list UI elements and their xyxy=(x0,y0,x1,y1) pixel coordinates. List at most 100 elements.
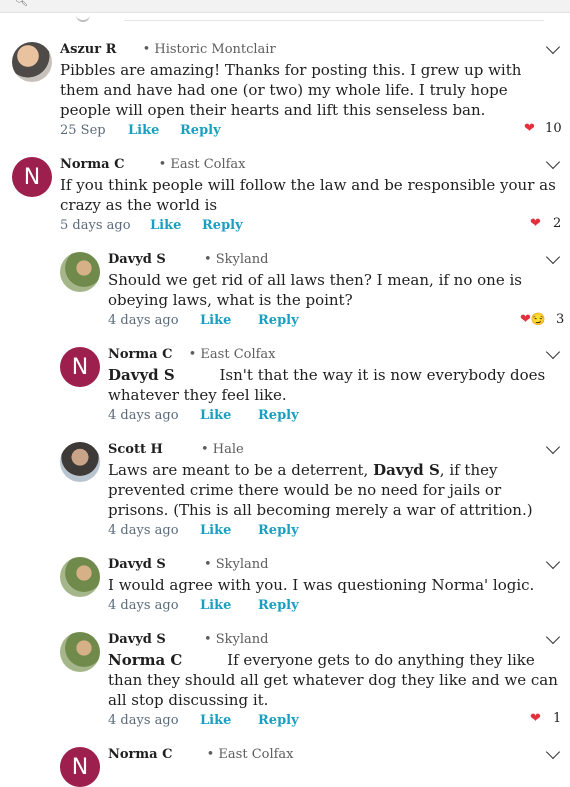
comment-reply: N Norma C • East Colfax Davyd S Isn't th… xyxy=(60,344,570,430)
comment-input[interactable] xyxy=(124,0,544,21)
reply-button[interactable]: Reply xyxy=(180,122,221,140)
chevron-down-icon[interactable] xyxy=(545,154,561,170)
chevron-down-icon[interactable] xyxy=(545,629,561,645)
mention[interactable]: Norma C xyxy=(108,651,182,669)
author-name[interactable]: Davyd S xyxy=(108,252,166,267)
heart-icon: ❤︎ xyxy=(524,121,535,136)
comment: N Norma C • East Colfax If you think peo… xyxy=(12,154,570,245)
search-icon[interactable]: 🔍︎ xyxy=(14,0,28,7)
reply-button[interactable]: Reply xyxy=(258,712,299,730)
chevron-down-icon[interactable] xyxy=(545,249,561,265)
avatar[interactable] xyxy=(60,252,100,292)
like-button[interactable]: Like xyxy=(150,217,181,235)
comment-header: Norma C • East Colfax xyxy=(108,747,294,762)
reply-button[interactable]: Reply xyxy=(258,312,299,330)
comment: Aszur R • Historic Montclair Pibbles are… xyxy=(12,39,570,145)
mention[interactable]: Davyd S xyxy=(108,366,175,384)
comment-reply: Davyd S • Skyland Norma C If everyone ge… xyxy=(60,629,570,740)
chevron-down-icon[interactable] xyxy=(545,744,561,760)
avatar[interactable]: N xyxy=(12,157,52,197)
mention[interactable]: Davyd S xyxy=(373,461,440,479)
like-button[interactable]: Like xyxy=(200,522,231,540)
comment-reply: Davyd S • Skyland Should we get rid of a… xyxy=(60,249,570,340)
top-bar: 🔍︎ xyxy=(0,0,570,22)
reaction-count: 1 xyxy=(553,711,562,726)
avatar[interactable] xyxy=(60,632,100,672)
avatar[interactable] xyxy=(12,42,52,82)
avatar[interactable]: N xyxy=(60,747,100,787)
chevron-down-icon[interactable] xyxy=(545,344,561,360)
comment-header: Aszur R • Historic Montclair xyxy=(60,42,276,57)
author-name[interactable]: Davyd S xyxy=(108,632,166,647)
comment-text: If you think people will follow the law … xyxy=(60,176,556,214)
chevron-down-icon[interactable] xyxy=(545,39,561,55)
comment-header: Norma C • East Colfax xyxy=(60,157,246,172)
like-button[interactable]: Like xyxy=(200,597,231,615)
neighborhood[interactable]: East Colfax xyxy=(218,747,293,762)
timestamp: 4 days ago xyxy=(108,523,179,538)
comment-header: Scott H • Hale xyxy=(108,442,244,457)
comment-text: Laws are meant to be a deterrent, Davyd … xyxy=(108,461,533,519)
comment-reply: Davyd S • Skyland I would agree with you… xyxy=(60,554,570,625)
comment-text: Should we get rid of all laws then? I me… xyxy=(108,271,522,309)
reaction-count: 2 xyxy=(553,216,562,231)
like-button[interactable]: Like xyxy=(200,407,231,425)
author-name[interactable]: Norma C xyxy=(108,347,172,362)
like-button[interactable]: Like xyxy=(200,712,231,730)
timestamp: 4 days ago xyxy=(108,598,179,613)
comment-header: Davyd S • Skyland xyxy=(108,557,269,572)
author-name[interactable]: Norma C xyxy=(60,157,124,172)
heart-icon: ❤︎ xyxy=(530,216,541,231)
like-button[interactable]: Like xyxy=(128,122,159,140)
comment-reply: N Norma C • East Colfax xyxy=(60,744,570,787)
avatar[interactable]: N xyxy=(60,347,100,387)
comment-reply: Scott H • Hale Laws are meant to be a de… xyxy=(60,439,570,550)
comment-text: I would agree with you. I was questionin… xyxy=(108,576,535,594)
comment-meta: 4 days ago Like Reply xyxy=(108,597,299,615)
reactions[interactable]: ❤︎😏 3 xyxy=(520,310,564,329)
reactions[interactable]: ❤︎ 1 xyxy=(530,710,561,728)
timestamp: 4 days ago xyxy=(108,408,179,423)
reaction-count: 10 xyxy=(545,121,562,136)
author-name[interactable]: Davyd S xyxy=(108,557,166,572)
timestamp: 25 Sep xyxy=(60,123,106,138)
author-name[interactable]: Norma C xyxy=(108,747,172,762)
timestamp: 5 days ago xyxy=(60,218,131,233)
heart-icon: ❤︎ xyxy=(530,711,541,726)
chevron-down-icon[interactable] xyxy=(545,554,561,570)
comment-text: Pibbles are amazing! Thanks for posting … xyxy=(60,61,522,119)
comment-meta: 4 days ago Like Reply xyxy=(108,407,299,425)
comment-header: Davyd S • Skyland xyxy=(108,252,269,267)
comment-meta: 25 Sep Like Reply xyxy=(60,122,221,140)
comment-header: Norma C • East Colfax xyxy=(108,347,276,362)
chevron-down-icon[interactable] xyxy=(545,439,561,455)
reply-button[interactable]: Reply xyxy=(202,217,243,235)
avatar[interactable] xyxy=(60,557,100,597)
author-name[interactable]: Aszur R xyxy=(60,42,116,57)
neighborhood[interactable]: Historic Montclair xyxy=(154,42,275,57)
reactions[interactable]: ❤︎ 2 xyxy=(530,215,561,233)
neighborhood[interactable]: Skyland xyxy=(216,632,269,647)
comment-meta: 4 days ago Like Reply xyxy=(108,712,299,730)
reaction-count: 3 xyxy=(556,312,565,327)
comment-meta: 5 days ago Like Reply xyxy=(60,217,243,235)
comment-text: Davyd S Isn't that the way it is now eve… xyxy=(108,366,546,404)
current-user-avatar xyxy=(76,12,90,22)
neighborhood[interactable]: Skyland xyxy=(216,557,269,572)
neighborhood[interactable]: East Colfax xyxy=(170,157,245,172)
like-button[interactable]: Like xyxy=(200,312,231,330)
reply-button[interactable]: Reply xyxy=(258,522,299,540)
comment-meta: 4 days ago Like Reply xyxy=(108,312,299,330)
timestamp: 4 days ago xyxy=(108,313,179,328)
comment-header: Davyd S • Skyland xyxy=(108,632,269,647)
reply-button[interactable]: Reply xyxy=(258,407,299,425)
comment-text: Norma C If everyone gets to do anything … xyxy=(108,651,558,709)
neighborhood[interactable]: Hale xyxy=(213,442,244,457)
neighborhood[interactable]: Skyland xyxy=(216,252,269,267)
author-name[interactable]: Scott H xyxy=(108,442,163,457)
reply-button[interactable]: Reply xyxy=(258,597,299,615)
reactions[interactable]: ❤︎ 10 xyxy=(524,120,562,138)
timestamp: 4 days ago xyxy=(108,713,179,728)
avatar[interactable] xyxy=(60,442,100,482)
neighborhood[interactable]: East Colfax xyxy=(200,347,275,362)
